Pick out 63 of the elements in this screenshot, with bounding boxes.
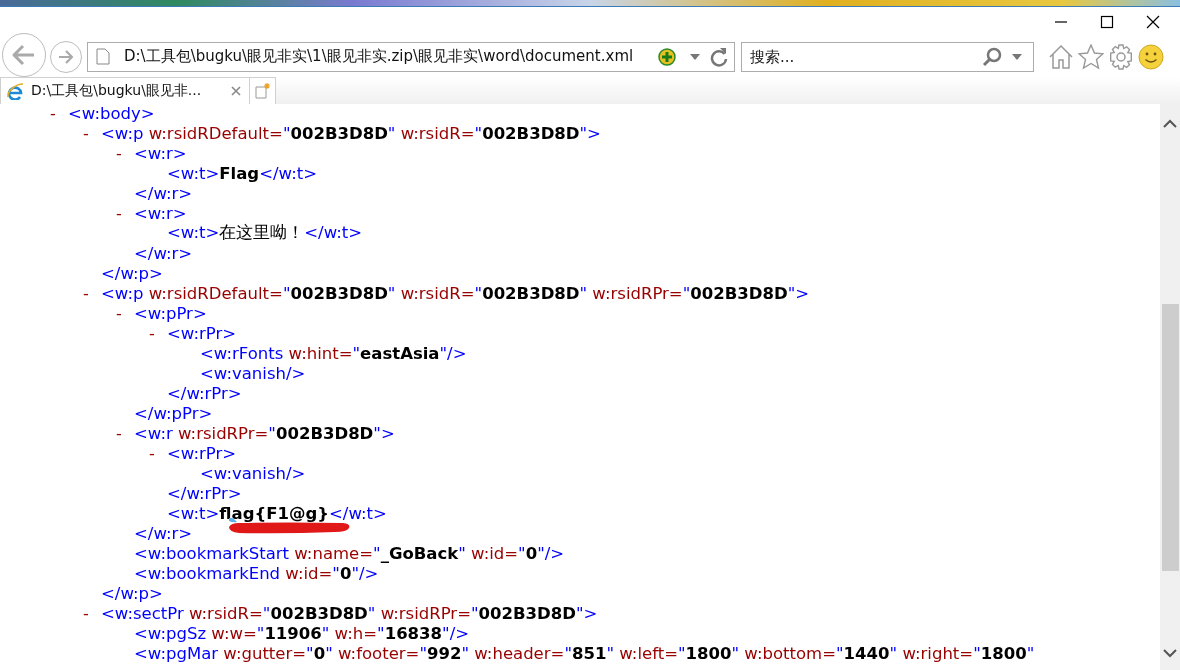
- scroll-up-icon[interactable]: [1163, 119, 1177, 129]
- forward-button[interactable]: [50, 40, 82, 73]
- collapse-toggle[interactable]: -: [116, 423, 134, 443]
- caret-icon[interactable]: [1012, 53, 1022, 60]
- xml-line: </w:rPr>: [167, 383, 242, 403]
- collapse-toggle[interactable]: -: [149, 443, 167, 463]
- xml-line: <w:bookmarkEnd w:id="0"/>: [134, 563, 379, 583]
- home-icon[interactable]: [1048, 43, 1074, 70]
- xml-line: </w:r>: [134, 523, 193, 543]
- new-tab-icon: [254, 83, 271, 99]
- collapse-toggle[interactable]: -: [83, 603, 101, 623]
- xml-line: <w:pgSz w:w="11906" w:h="16838"/>: [134, 623, 470, 643]
- search-field[interactable]: 搜索...: [741, 41, 1034, 72]
- plus-icon[interactable]: [658, 47, 676, 66]
- collapse-toggle[interactable]: -: [116, 303, 134, 323]
- back-button[interactable]: [2, 32, 46, 77]
- xml-line: </w:pPr>: [134, 403, 213, 423]
- scrollbar[interactable]: [1160, 103, 1180, 670]
- xml-line: <w:t>在这里呦！</w:t>: [167, 222, 363, 244]
- xml-line: <w:rPr>: [167, 443, 237, 463]
- xml-line: <w:bookmarkStart w:name="_GoBack" w:id="0"/>: [134, 543, 565, 563]
- scroll-down-icon[interactable]: [1163, 648, 1177, 658]
- right-arrow-icon: [57, 48, 75, 65]
- xml-line: <w:vanish/>: [200, 363, 306, 383]
- refresh-icon[interactable]: [710, 46, 728, 67]
- xml-line: <w:t>Flag</w:t>: [167, 163, 317, 183]
- xml-line: <w:t>flag{F1@g}</w:t>: [167, 503, 387, 523]
- star-icon[interactable]: [1078, 43, 1104, 70]
- collapse-toggle[interactable]: -: [116, 203, 134, 223]
- xml-line: <w:body>: [68, 103, 155, 123]
- collapse-toggle[interactable]: -: [83, 123, 101, 143]
- collapse-toggle[interactable]: -: [149, 323, 167, 343]
- xml-line: <w:p w:rsidRDefault="002B3D8D" w:rsidR="002B3D8D">: [101, 123, 601, 143]
- scrollbar-thumb[interactable]: [1161, 304, 1179, 571]
- url-text: D:\工具包\bugku\眼见非实\1\眼见非实.zip\眼见非实\word\document.xml: [123, 47, 635, 66]
- smiley-icon[interactable]: [1138, 43, 1164, 70]
- collapse-toggle[interactable]: -: [50, 103, 68, 123]
- page-icon: [96, 48, 110, 65]
- xml-line: <w:vanish/>: [200, 463, 306, 483]
- caret-icon[interactable]: [690, 53, 700, 60]
- xml-line: <w:pgMar w:gutter="0" w:footer="992" w:header="851" w:left="1800" w:bottom="1440" w:right="1800": [134, 643, 1035, 663]
- xml-line: <w:r>: [134, 203, 187, 223]
- xml-line: <w:r>: [134, 143, 187, 163]
- xml-line: <w:pPr>: [134, 303, 207, 323]
- tab-title: D:\工具包\bugku\眼见非...: [31, 82, 203, 100]
- settings-icon[interactable]: [1108, 43, 1134, 70]
- address-bar[interactable]: D:\工具包\bugku\眼见非实\1\眼见非实.zip\眼见非实\word\document.xml: [87, 41, 735, 72]
- xml-line: <w:sectPr w:rsidR="002B3D8D" w:rsidRPr="002B3D8D">: [101, 603, 598, 623]
- left-arrow-icon: [11, 42, 37, 67]
- xml-line: </w:r>: [134, 243, 193, 263]
- xml-line: <w:p w:rsidRDefault="002B3D8D" w:rsidR="002B3D8D" w:rsidRPr="002B3D8D">: [101, 283, 810, 303]
- xml-line: <w:rFonts w:hint="eastAsia"/>: [200, 343, 467, 363]
- xml-line: <w:rPr>: [167, 323, 237, 343]
- xml-line: </w:r>: [134, 183, 193, 203]
- xml-line: </w:rPr>: [167, 483, 242, 503]
- browser-tab[interactable]: D:\工具包\bugku\眼见非...: [0, 77, 250, 104]
- search-icon[interactable]: [982, 46, 1002, 67]
- collapse-toggle[interactable]: -: [116, 143, 134, 163]
- browser-logo-icon: [7, 82, 25, 100]
- xml-line: </w:p>: [101, 263, 163, 283]
- xml-line: </w:p>: [101, 583, 163, 603]
- collapse-toggle[interactable]: -: [83, 283, 101, 303]
- xml-line: <w:r w:rsidRPr="002B3D8D">: [134, 423, 395, 443]
